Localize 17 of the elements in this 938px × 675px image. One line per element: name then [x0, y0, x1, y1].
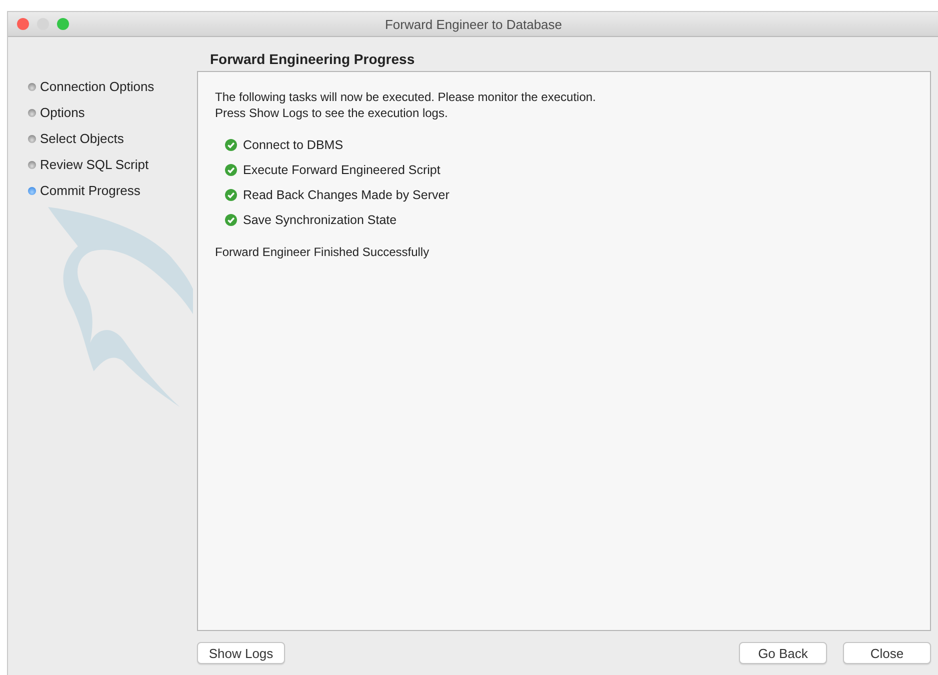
step-label: Connection Options	[40, 79, 154, 94]
close-button[interactable]: Close	[843, 642, 931, 664]
task-label: Execute Forward Engineered Script	[243, 162, 440, 176]
result-message: Forward Engineer Finished Successfully	[215, 245, 430, 259]
intro-text: Press Show Logs to see the execution logs.	[215, 105, 449, 121]
task-label: Save Synchronization State	[243, 212, 397, 226]
window-title: Forward Engineer to Database	[384, 16, 564, 32]
step-label: Options	[40, 105, 85, 120]
step-label: Review SQL Script	[40, 157, 149, 172]
task-label: Connect to DBMS	[243, 138, 344, 152]
task-label: Read Back Changes Made by Server	[243, 188, 450, 202]
intro-text: The following tasks will now be executed. Please monitor the execution.	[215, 89, 597, 105]
step-label: Select Objects	[40, 131, 124, 146]
step-label: Commit Progress	[40, 183, 140, 198]
back-button[interactable]: Go Back	[739, 642, 827, 664]
show-logs-button[interactable]: Show Logs	[197, 642, 285, 664]
page-heading: Forward Engineering Progress	[209, 50, 416, 69]
